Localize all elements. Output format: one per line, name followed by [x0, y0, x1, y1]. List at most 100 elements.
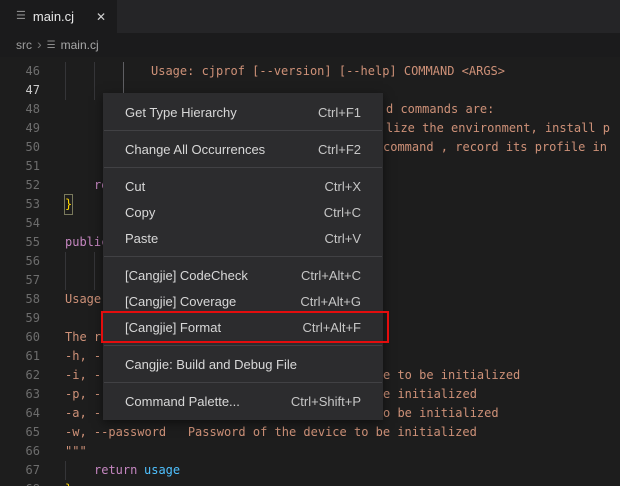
- indent-guide: [65, 62, 66, 81]
- code-token: -h, --: [65, 347, 108, 366]
- menu-item-change-all-occurrences[interactable]: Change All OccurrencesCtrl+F2: [103, 136, 383, 162]
- menu-item-label: [Cangjie] CodeCheck: [125, 268, 301, 283]
- indent-guide: [94, 62, 95, 81]
- menu-item-cangjie-codecheck[interactable]: [Cangjie] CodeCheckCtrl+Alt+C: [103, 262, 383, 288]
- menu-item-shortcut: Ctrl+Shift+P: [291, 394, 361, 409]
- indent-guide: [94, 81, 95, 100]
- line-number: 54: [0, 214, 40, 233]
- line-number: 57: [0, 271, 40, 290]
- menu-item-label: Change All Occurrences: [125, 142, 318, 157]
- menu-item-cangjie-format[interactable]: [Cangjie] FormatCtrl+Alt+F: [103, 314, 383, 340]
- code-token: return: [94, 461, 137, 480]
- breadcrumb-file[interactable]: main.cj: [61, 38, 99, 52]
- file-icon: ☰: [47, 40, 56, 51]
- line-number: 66: [0, 442, 40, 461]
- line-number: 68: [0, 480, 40, 486]
- menu-item-shortcut: Ctrl+F1: [318, 105, 361, 120]
- file-icon: ☰: [16, 11, 26, 22]
- line-number: 47: [0, 81, 40, 100]
- line-number: 50: [0, 138, 40, 157]
- vscode-window: ☰ main.cj ✕ src › ☰ main.cj 46 Usage: cjp…: [0, 0, 620, 486]
- menu-item-get-type-hierarchy[interactable]: Get Type HierarchyCtrl+F1: [103, 99, 383, 125]
- indent-guide: [94, 271, 95, 290]
- code-token: -w, --password Password of the device to…: [65, 423, 477, 442]
- menu-item-shortcut: Ctrl+X: [325, 179, 361, 194]
- tab-main-cj[interactable]: ☰ main.cj ✕: [0, 0, 117, 33]
- menu-item-paste[interactable]: PasteCtrl+V: [103, 225, 383, 251]
- indent-guide: [65, 461, 66, 480]
- line-number: 65: [0, 423, 40, 442]
- code-token: e to be initialized: [383, 366, 520, 385]
- code-token: }: [65, 195, 72, 214]
- code-token: -p, --: [65, 385, 108, 404]
- line-number: 51: [0, 157, 40, 176]
- code-token: usage: [144, 461, 180, 480]
- line-number: 49: [0, 119, 40, 138]
- code-token: -i, --: [65, 366, 108, 385]
- code-token: lize the environment, install p: [386, 119, 610, 138]
- close-icon[interactable]: ✕: [93, 9, 109, 25]
- code-token: public: [65, 233, 108, 252]
- menu-divider: [104, 130, 382, 131]
- line-number: 53: [0, 195, 40, 214]
- code-token: d commands are:: [386, 100, 494, 119]
- code-line: 68}: [0, 480, 620, 486]
- code-line: 46 Usage: cjprof [--version] [--help] COM…: [0, 62, 620, 81]
- menu-item-command-palette[interactable]: Command Palette...Ctrl+Shift+P: [103, 388, 383, 414]
- menu-item-label: Command Palette...: [125, 394, 291, 409]
- menu-item-label: Paste: [125, 231, 325, 246]
- menu-item-shortcut: Ctrl+Alt+G: [300, 294, 361, 309]
- line-number: 48: [0, 100, 40, 119]
- code-line: 66 """: [0, 442, 620, 461]
- menu-item-shortcut: Ctrl+C: [324, 205, 361, 220]
- menu-item-label: Cangjie: Build and Debug File: [125, 357, 361, 372]
- tab-bar: ☰ main.cj ✕: [0, 0, 620, 33]
- menu-item-copy[interactable]: CopyCtrl+C: [103, 199, 383, 225]
- menu-item-label: Get Type Hierarchy: [125, 105, 318, 120]
- menu-item-cangjie-build-and-debug-file[interactable]: Cangjie: Build and Debug File: [103, 351, 383, 377]
- menu-divider: [104, 167, 382, 168]
- code-token: """: [65, 442, 87, 461]
- code-line: 67 return usage: [0, 461, 620, 480]
- line-number: 58: [0, 290, 40, 309]
- line-number: 46: [0, 62, 40, 81]
- code-token: -a, --: [65, 404, 108, 423]
- menu-divider: [104, 382, 382, 383]
- menu-item-label: Copy: [125, 205, 324, 220]
- indent-guide: [123, 62, 124, 81]
- menu-item-shortcut: Ctrl+Alt+F: [302, 320, 361, 335]
- chevron-right-icon: ›: [37, 37, 42, 51]
- menu-item-label: Cut: [125, 179, 325, 194]
- line-number: 52: [0, 176, 40, 195]
- code-token: e initialized: [383, 385, 477, 404]
- menu-divider: [104, 345, 382, 346]
- menu-item-shortcut: Ctrl+F2: [318, 142, 361, 157]
- line-number: 62: [0, 366, 40, 385]
- line-number: 60: [0, 328, 40, 347]
- line-number: 67: [0, 461, 40, 480]
- code-token: }: [65, 480, 72, 486]
- code-line: 65 -w, --password Password of the device …: [0, 423, 620, 442]
- menu-item-cangjie-coverage[interactable]: [Cangjie] CoverageCtrl+Alt+G: [103, 288, 383, 314]
- indent-guide: [65, 252, 66, 271]
- breadcrumb-folder[interactable]: src: [16, 38, 32, 52]
- line-number: 55: [0, 233, 40, 252]
- code-token: Usage: cjprof [--version] [--help] COMMA…: [151, 62, 505, 81]
- indent-guide: [94, 252, 95, 271]
- indent-guide: [65, 271, 66, 290]
- breadcrumb: src › ☰ main.cj: [0, 33, 620, 57]
- code-token: command , record its profile in: [383, 138, 607, 157]
- line-number: 64: [0, 404, 40, 423]
- line-number: 56: [0, 252, 40, 271]
- line-number: 61: [0, 347, 40, 366]
- menu-item-label: [Cangjie] Coverage: [125, 294, 300, 309]
- menu-item-cut[interactable]: CutCtrl+X: [103, 173, 383, 199]
- line-number: 59: [0, 309, 40, 328]
- indent-guide: [65, 81, 66, 100]
- menu-item-label: [Cangjie] Format: [125, 320, 302, 335]
- line-number: 63: [0, 385, 40, 404]
- context-menu: Get Type HierarchyCtrl+F1 Change All Occu…: [103, 93, 383, 420]
- menu-item-shortcut: Ctrl+Alt+C: [301, 268, 361, 283]
- tab-title: main.cj: [33, 9, 86, 24]
- menu-item-shortcut: Ctrl+V: [325, 231, 361, 246]
